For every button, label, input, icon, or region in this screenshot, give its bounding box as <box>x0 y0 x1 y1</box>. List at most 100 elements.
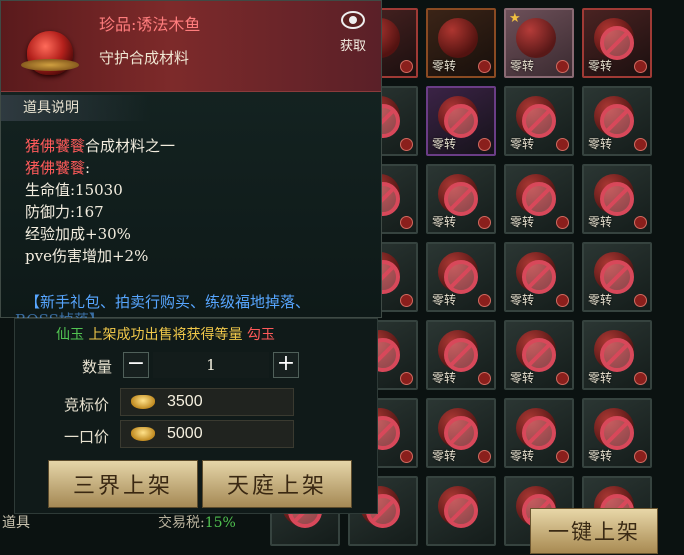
items-tab-label: 道具 <box>2 515 30 531</box>
notice-currency-green: 仙玉 <box>56 327 84 343</box>
locked-prohibited-icon <box>600 26 634 60</box>
locked-prohibited-icon <box>522 338 556 372</box>
gold-ingot-icon <box>131 427 155 441</box>
locked-prohibited-icon <box>600 104 634 138</box>
slot-tag-label: 零转 <box>588 449 613 463</box>
get-source-button[interactable]: 获取 <box>333 11 373 59</box>
item-name: 珍品:诱法木鱼 <box>99 15 201 34</box>
locked-prohibited-icon <box>600 338 634 372</box>
locked-prohibited-icon <box>444 494 478 528</box>
bid-price-value: 3500 <box>167 393 203 410</box>
locked-prohibited-icon <box>444 338 478 372</box>
desc-line-1-highlight: 猪佛饕餮 <box>25 137 86 155</box>
inventory-slot[interactable]: 零转 <box>582 164 652 234</box>
heaven-court-list-button[interactable]: 天庭上架 <box>202 460 352 508</box>
locked-prohibited-icon <box>600 182 634 216</box>
slot-tag-label: 零转 <box>432 59 457 73</box>
slot-tag-label: 零转 <box>510 371 535 385</box>
stat-hp: 生命值:15030 <box>25 181 123 199</box>
inventory-slot[interactable]: ★ 零转 <box>504 8 574 78</box>
trade-tax: 交易税:15% <box>158 512 236 532</box>
desc-line-2: 猪佛饕餮: <box>25 157 90 178</box>
slot-badge-icon <box>634 216 647 229</box>
inventory-slot[interactable]: 零转 <box>426 320 496 390</box>
inventory-slot[interactable]: 零转 <box>582 398 652 468</box>
gold-ingot-icon <box>131 395 155 409</box>
slot-badge-icon <box>478 60 491 73</box>
slot-tag-label: 零转 <box>432 137 457 151</box>
inventory-slot[interactable]: 零转 <box>582 86 652 156</box>
inventory-slot[interactable]: 零转 <box>426 242 496 312</box>
slot-tag-label: 零转 <box>432 215 457 229</box>
inventory-slot[interactable] <box>426 476 496 546</box>
locked-prohibited-icon <box>444 104 478 138</box>
slot-tag-label: 零转 <box>588 137 613 151</box>
locked-prohibited-icon <box>522 260 556 294</box>
slot-badge-icon <box>400 294 413 307</box>
slot-badge-icon <box>634 294 647 307</box>
bid-price-label: 竞标价 <box>64 396 110 414</box>
quantity-minus-button[interactable]: − <box>123 352 149 378</box>
slot-badge-icon <box>556 138 569 151</box>
desc-line-2-highlight: 猪佛饕餮 <box>25 159 86 177</box>
inventory-slot[interactable]: 零转 <box>426 86 496 156</box>
one-click-list-button[interactable]: 一键上架 <box>530 508 658 554</box>
bid-price-field[interactable]: 3500 <box>120 388 294 416</box>
slot-badge-icon <box>400 216 413 229</box>
notice-currency-red: 勾玉 <box>246 327 275 343</box>
desc-line-1: 猪佛饕餮合成材料之一 <box>25 135 175 156</box>
slot-tag-label: 零转 <box>510 293 535 307</box>
slot-badge-icon <box>400 450 413 463</box>
get-source-label: 获取 <box>339 39 366 54</box>
sell-notice: 仙玉 上架成功出售将获得等量 勾玉 <box>56 324 275 344</box>
slot-tag-label: 零转 <box>510 137 535 151</box>
inventory-slot[interactable]: 零转 <box>582 8 652 78</box>
locked-prohibited-icon <box>444 260 478 294</box>
description-title: 道具说明 <box>1 95 151 121</box>
slot-badge-icon <box>634 372 647 385</box>
slot-badge-icon <box>556 294 569 307</box>
stat-pve-damage: pve伤害增加+2% <box>25 247 149 265</box>
inventory-slot[interactable]: 零转 <box>582 320 652 390</box>
slot-tag-label: 零转 <box>432 449 457 463</box>
quantity-plus-button[interactable]: + <box>273 352 299 378</box>
trade-tax-label: 交易税: <box>158 515 205 531</box>
slot-tag-label: 零转 <box>588 215 613 229</box>
inventory-slot[interactable]: 零转 <box>426 398 496 468</box>
inventory-slot[interactable]: 零转 <box>582 242 652 312</box>
locked-prohibited-icon <box>600 260 634 294</box>
inventory-slot[interactable]: 零转 <box>504 320 574 390</box>
desc-line-1-text: 合成材料之一 <box>85 137 176 155</box>
inventory-slot[interactable]: 零转 <box>504 86 574 156</box>
slot-badge-icon <box>556 450 569 463</box>
slot-badge-icon <box>556 216 569 229</box>
item-tooltip: 珍品:诱法木鱼 守护合成材料 获取 道具说明 猪佛饕餮合成材料之一 猪佛饕餮: … <box>0 0 382 329</box>
three-realms-list-button[interactable]: 三界上架 <box>48 460 198 508</box>
trade-tax-value: 15% <box>204 515 236 531</box>
inventory-slot[interactable]: 零转 <box>426 8 496 78</box>
slot-badge-icon <box>478 216 491 229</box>
quantity-label: 数量 <box>82 358 113 376</box>
buyout-price-field[interactable]: 5000 <box>120 420 294 448</box>
inventory-slot[interactable]: 零转 <box>504 242 574 312</box>
desc-line-2-text: : <box>85 159 91 177</box>
slot-tag-label: 零转 <box>510 215 535 229</box>
quantity-input[interactable]: 1 <box>153 352 269 378</box>
buyout-price-value: 5000 <box>167 425 203 442</box>
inventory-slot[interactable]: 零转 <box>504 164 574 234</box>
eye-icon <box>341 11 365 29</box>
slot-tag-label: 零转 <box>588 59 613 73</box>
slot-tag-label: 零转 <box>588 371 613 385</box>
inventory-slot[interactable]: 零转 <box>504 398 574 468</box>
locked-prohibited-icon <box>600 416 634 450</box>
item-thumbnail-icon <box>516 18 556 58</box>
stat-defense: 防御力:167 <box>25 203 104 221</box>
buyout-price-label: 一口价 <box>64 428 110 446</box>
inventory-slot[interactable]: 零转 <box>426 164 496 234</box>
locked-prohibited-icon <box>522 416 556 450</box>
slot-badge-icon <box>478 450 491 463</box>
wooden-fish-item-icon <box>21 31 79 75</box>
slot-badge-icon <box>634 138 647 151</box>
slot-badge-icon <box>478 372 491 385</box>
item-subtitle: 守护合成材料 <box>99 49 190 67</box>
